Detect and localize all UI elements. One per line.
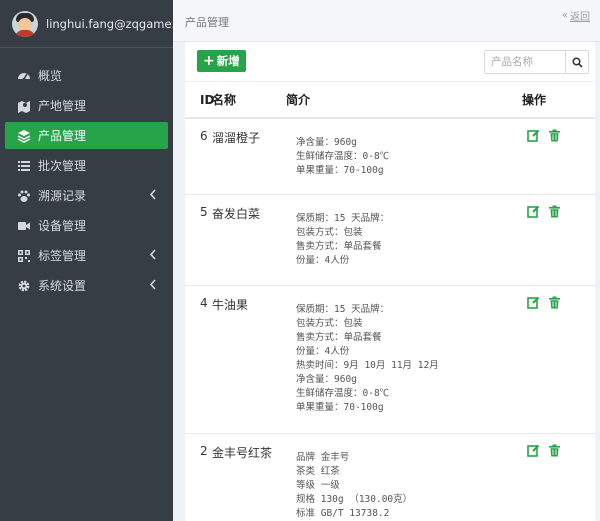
desc-line: 净含量：960g xyxy=(296,373,357,385)
row-desc: 保质期：15 天品牌： 包装方式：包装 售卖方式：单品套餐 份量：4人份 xyxy=(286,194,522,286)
trash-icon[interactable] xyxy=(548,444,561,457)
plus-icon: + xyxy=(203,53,215,69)
edit-icon[interactable] xyxy=(527,296,540,309)
chevron-left-icon xyxy=(150,189,156,200)
user-profile[interactable]: linghui.fang@zqgame.com xyxy=(0,0,200,48)
desc-line: 热卖时间：9月 10月 11月 12月 xyxy=(296,359,439,371)
desc-line: 售卖方式：单品套餐 xyxy=(296,240,382,252)
row-actions xyxy=(522,118,595,195)
search-icon xyxy=(571,56,583,68)
page-title: 产品管理 xyxy=(185,16,229,29)
row-actions xyxy=(522,285,595,434)
desc-line: 单果重量：70-100g xyxy=(296,401,384,413)
desc-line: 保质期：15 天品牌： xyxy=(296,212,390,224)
add-product-button[interactable]: + 新增 xyxy=(197,50,246,72)
trash-icon[interactable] xyxy=(548,205,561,218)
row-id: 6 xyxy=(185,118,212,195)
desc-line: 份量：4人份 xyxy=(296,345,350,357)
edit-icon[interactable] xyxy=(527,129,540,142)
sidebar-item-label: 概览 xyxy=(38,69,63,83)
product-panel: + 新增 ID 名称 简介 操作 6 溜溜橙子 净含量：960g xyxy=(185,42,595,521)
sidebar-item-devices[interactable]: 设备管理 xyxy=(5,212,168,239)
gear-icon xyxy=(17,279,31,293)
desc-line: 售卖方式：单品套餐 xyxy=(296,331,382,343)
sidebar-item-batches[interactable]: 批次管理 xyxy=(5,152,168,179)
column-header-desc: 简介 xyxy=(286,82,522,119)
sidebar: linghui.fang@zqgame.com 概览 产地管理 产品管理 批次管… xyxy=(0,0,200,521)
row-name: 溜溜橙子 xyxy=(212,118,286,195)
sidebar-item-label: 系统设置 xyxy=(38,279,87,293)
row-actions xyxy=(522,433,595,521)
trash-icon[interactable] xyxy=(548,296,561,309)
sidebar-item-products[interactable]: 产品管理 xyxy=(5,122,168,149)
list-icon xyxy=(17,159,31,173)
desc-line: 包装方式：包装 xyxy=(296,317,363,329)
sidebar-item-label: 溯源记录 xyxy=(38,189,87,203)
desc-line: 净含量：960g xyxy=(296,137,357,148)
desc-line: 茶类 红茶 xyxy=(296,465,340,477)
back-link-label: 返回 xyxy=(570,12,590,23)
desc-line: 包装方式：包装 xyxy=(296,226,363,238)
desc-line: 标准 GB/T 13738.2 xyxy=(296,507,390,519)
sidebar-item-overview[interactable]: 概览 xyxy=(5,62,168,89)
search-button[interactable] xyxy=(565,51,588,73)
chevron-left-icon xyxy=(150,279,156,290)
toolbar: + 新增 xyxy=(185,42,595,82)
product-table: ID 名称 简介 操作 6 溜溜橙子 净含量：960g 生鲜储存温度：0-8℃ … xyxy=(185,82,595,521)
top-bar: 产品管理 « 返回 xyxy=(173,0,600,42)
avatar xyxy=(12,10,38,37)
desc-line: 生鲜储存温度：0-8℃ xyxy=(296,151,390,162)
column-header-actions: 操作 xyxy=(522,82,595,119)
dashboard-icon xyxy=(17,69,31,83)
product-name-search-input[interactable] xyxy=(485,51,565,73)
sidebar-item-label: 设备管理 xyxy=(38,219,87,233)
row-id: 2 xyxy=(185,433,212,521)
row-actions xyxy=(522,194,595,286)
table-row: 5 奋发白菜 保质期：15 天品牌： 包装方式：包装 售卖方式：单品套餐 份量：… xyxy=(185,194,595,286)
add-button-label: 新增 xyxy=(216,54,240,68)
edit-icon[interactable] xyxy=(527,444,540,457)
sidebar-item-label: 批次管理 xyxy=(38,159,87,173)
row-name: 奋发白菜 xyxy=(212,194,286,286)
sidebar-item-label: 产地管理 xyxy=(38,99,87,113)
double-chevron-left-icon: « xyxy=(561,10,568,21)
sidebar-item-trace-records[interactable]: 溯源记录 xyxy=(5,182,168,209)
sidebar-menu: 概览 产地管理 产品管理 批次管理 溯源记录 设备管理 标签管理 系统设置 xyxy=(0,48,173,299)
trash-icon[interactable] xyxy=(548,129,561,142)
edit-icon[interactable] xyxy=(527,205,540,218)
desc-line: 份量：4人份 xyxy=(296,254,350,266)
desc-line: 等级 一级 xyxy=(296,479,340,491)
desc-line: 保质期：15 天品牌： xyxy=(296,303,390,315)
row-desc: 保质期：15 天品牌： 包装方式：包装 售卖方式：单品套餐 份量：4人份 热卖时… xyxy=(286,285,522,434)
sidebar-item-label: 标签管理 xyxy=(38,249,87,263)
chevron-left-icon xyxy=(150,249,156,260)
row-id: 4 xyxy=(185,285,212,434)
row-id: 5 xyxy=(185,194,212,286)
map-icon xyxy=(17,99,31,113)
back-link[interactable]: « 返回 xyxy=(562,8,590,23)
desc-line: 规格 130g （130.00克） xyxy=(296,493,413,505)
column-header-name: 名称 xyxy=(212,82,286,119)
sidebar-item-origin[interactable]: 产地管理 xyxy=(5,92,168,119)
row-name: 牛油果 xyxy=(212,285,286,434)
table-row: 6 溜溜橙子 净含量：960g 生鲜储存温度：0-8℃ 单果重量：70-100g xyxy=(185,118,595,195)
row-desc: 品牌 金丰号 茶类 红茶 等级 一级 规格 130g （130.00克） 标准 … xyxy=(286,433,522,521)
table-row: 2 金丰号红茶 品牌 金丰号 茶类 红茶 等级 一级 规格 130g （130.… xyxy=(185,433,595,521)
table-header-row: ID 名称 简介 操作 xyxy=(185,82,595,119)
layers-icon xyxy=(17,129,31,143)
sidebar-item-settings[interactable]: 系统设置 xyxy=(5,272,168,299)
desc-line: 品牌 金丰号 xyxy=(296,451,350,463)
search-box xyxy=(484,50,589,74)
table-row: 4 牛油果 保质期：15 天品牌： 包装方式：包装 售卖方式：单品套餐 份量：4… xyxy=(185,285,595,434)
column-header-id: ID xyxy=(185,82,214,119)
row-desc: 净含量：960g 生鲜储存温度：0-8℃ 单果重量：70-100g xyxy=(286,118,522,195)
qrcode-icon xyxy=(17,249,31,263)
sidebar-item-label: 产品管理 xyxy=(38,129,87,143)
desc-line: 单果重量：70-100g xyxy=(296,165,384,176)
video-camera-icon xyxy=(17,219,31,233)
row-name: 金丰号红茶 xyxy=(212,433,286,521)
paw-icon xyxy=(17,189,31,203)
desc-line: 生鲜储存温度：0-8℃ xyxy=(296,387,390,399)
sidebar-item-labels[interactable]: 标签管理 xyxy=(5,242,168,269)
